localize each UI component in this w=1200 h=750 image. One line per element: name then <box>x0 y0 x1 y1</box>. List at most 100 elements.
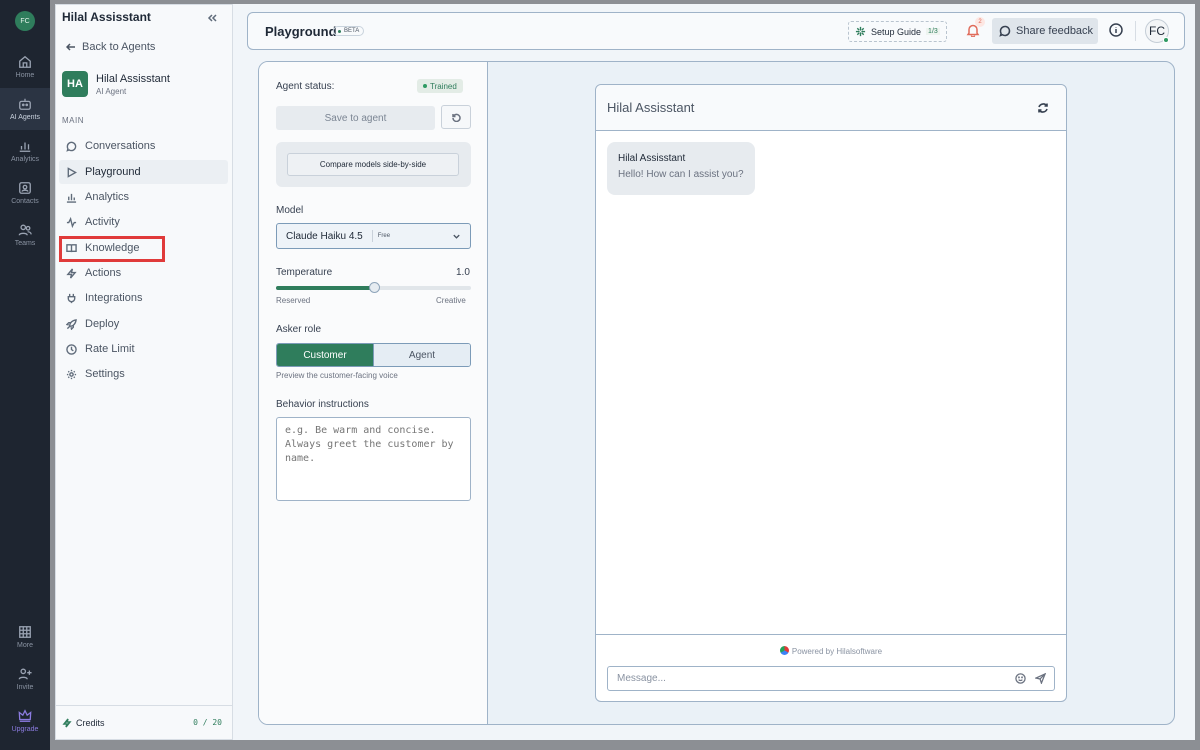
refresh-chat-button[interactable] <box>1037 101 1049 113</box>
back-to-agents-link[interactable]: Back to Agents <box>66 41 155 53</box>
sidebar-item-label: Integrations <box>85 292 143 304</box>
powered-by-text: Powered by Hilalsoftware <box>791 647 883 656</box>
rail-item-teams[interactable]: Teams <box>0 214 50 256</box>
model-select[interactable]: Claude Haiku 4.5 Free <box>276 223 471 249</box>
grid-icon <box>19 626 31 638</box>
setup-guide-button[interactable]: Setup Guide 1/3 <box>848 21 947 42</box>
message-input[interactable]: Message... <box>607 666 1055 691</box>
clock-icon <box>66 343 77 355</box>
chart-icon <box>19 142 31 152</box>
rocket-icon <box>66 318 77 330</box>
info-icon <box>1109 23 1123 37</box>
rail-item-upgrade[interactable]: Upgrade <box>0 700 50 742</box>
credits-count: 0 / 20 <box>193 718 222 727</box>
share-feedback-button[interactable]: Share feedback <box>992 18 1098 44</box>
user-initials: FC <box>1149 24 1165 38</box>
chat-header: Hilal Assisstant <box>596 85 1066 131</box>
asker-role-customer[interactable]: Customer <box>277 344 373 366</box>
compare-models-button[interactable]: Compare models side-by-side <box>287 153 459 176</box>
robot-icon <box>19 98 31 110</box>
agent-type: AI Agent <box>96 86 127 96</box>
assistant-message: Hilal Assisstant Hello! How can I assist… <box>607 142 755 195</box>
agent-status-label: Agent status: <box>276 81 335 92</box>
model-tier: Free <box>377 233 391 239</box>
sidebar-item-analytics[interactable]: Analytics <box>59 185 228 209</box>
sidebar-item-settings[interactable]: Settings <box>59 362 228 386</box>
message-placeholder: Message... <box>617 673 666 684</box>
rail-item-label: Invite <box>16 684 34 691</box>
sidebar-item-conversations[interactable]: Conversations <box>59 134 228 158</box>
rail-item-label: Home <box>15 72 35 79</box>
brand-logo-icon <box>779 646 789 655</box>
users-icon <box>18 224 32 236</box>
sidebar-item-actions[interactable]: Actions <box>59 261 228 285</box>
rail-item-invite[interactable]: Invite <box>0 658 50 700</box>
section-heading: MAIN <box>62 116 84 125</box>
workspace-avatar[interactable]: FC <box>15 11 35 31</box>
setup-progress: 1/3 <box>926 28 940 35</box>
credits-label: Credits <box>76 717 105 728</box>
asker-role-hint: Preview the customer-facing voice <box>276 371 398 380</box>
send-icon[interactable] <box>1035 673 1046 684</box>
app-rail: FC Home AI Agents Analytics Contacts Tea… <box>0 0 50 750</box>
main-area: Playground BETA Setup Guide 1/3 2 Share … <box>233 4 1195 740</box>
emoji-icon[interactable] <box>1015 673 1026 684</box>
chevron-down-icon <box>453 234 460 239</box>
sidebar-item-label: Conversations <box>85 140 156 152</box>
sidebar-item-deploy[interactable]: Deploy <box>59 312 228 336</box>
behavior-instructions-input[interactable] <box>276 417 471 501</box>
model-label: Model <box>276 205 304 216</box>
rail-item-label: Contacts <box>11 198 39 205</box>
sidebar-item-knowledge[interactable]: Knowledge <box>59 236 228 260</box>
rail-item-label: AI Agents <box>10 114 40 121</box>
window-edge <box>1195 0 1200 750</box>
info-button[interactable] <box>1109 23 1123 37</box>
message-sender: Hilal Assisstant <box>618 153 686 164</box>
user-avatar[interactable]: FC <box>1145 19 1169 43</box>
slider-thumb[interactable] <box>368 282 380 293</box>
rail-item-label: More <box>17 642 33 649</box>
sidebar-item-label: Actions <box>85 267 122 279</box>
contacts-icon <box>19 182 31 194</box>
bolt-icon <box>62 718 72 727</box>
sidebar-item-integrations[interactable]: Integrations <box>59 286 228 310</box>
chat-preview: Hilal Assisstant Hilal Assisstant Hello!… <box>595 84 1067 702</box>
temperature-label: Temperature <box>276 267 333 278</box>
chat-bubble-icon <box>66 141 77 152</box>
bolt-icon <box>66 267 77 279</box>
sidebar-item-playground[interactable]: Playground <box>59 160 228 184</box>
rail-item-contacts[interactable]: Contacts <box>0 172 50 214</box>
beta-badge: BETA <box>333 26 365 36</box>
asker-role-agent[interactable]: Agent <box>373 344 470 366</box>
temperature-max-label: Creative <box>436 296 466 305</box>
message-text: Hello! How can I assist you? <box>618 169 744 180</box>
sparkle-icon <box>855 26 866 37</box>
reset-button[interactable] <box>441 105 471 129</box>
sidebar-item-activity[interactable]: Activity <box>59 210 228 234</box>
sidebar-item-label: Analytics <box>85 191 130 203</box>
compare-card: Compare models side-by-side <box>276 142 471 187</box>
activity-icon <box>66 216 77 228</box>
rail-item-label: Analytics <box>10 156 39 163</box>
temperature-slider[interactable] <box>276 282 471 293</box>
save-to-agent-button[interactable]: Save to agent <box>276 106 435 130</box>
double-chevron-left-icon <box>207 14 217 22</box>
rail-item-ai-agents[interactable]: AI Agents <box>0 88 50 130</box>
rail-item-home[interactable]: Home <box>0 46 50 88</box>
book-icon <box>66 243 77 252</box>
temperature-value: 1.0 <box>456 267 470 278</box>
refresh-icon <box>1038 103 1048 113</box>
agent-name: Hilal Assisstant <box>96 72 170 85</box>
sidebar-item-label: Activity <box>85 216 120 228</box>
collapse-sidebar-button[interactable] <box>206 11 218 23</box>
rail-item-analytics[interactable]: Analytics <box>0 130 50 172</box>
behavior-label: Behavior instructions <box>276 399 369 410</box>
sidebar-item-rate-limit[interactable]: Rate Limit <box>59 337 228 361</box>
user-plus-icon <box>18 668 32 680</box>
chat-bubble-icon <box>999 25 1011 37</box>
rail-item-more[interactable]: More <box>0 616 50 658</box>
chat-title: Hilal Assisstant <box>607 100 695 115</box>
crown-icon <box>18 709 32 722</box>
notifications-button[interactable]: 2 <box>966 17 985 39</box>
model-value: Claude Haiku 4.5 <box>286 230 363 242</box>
